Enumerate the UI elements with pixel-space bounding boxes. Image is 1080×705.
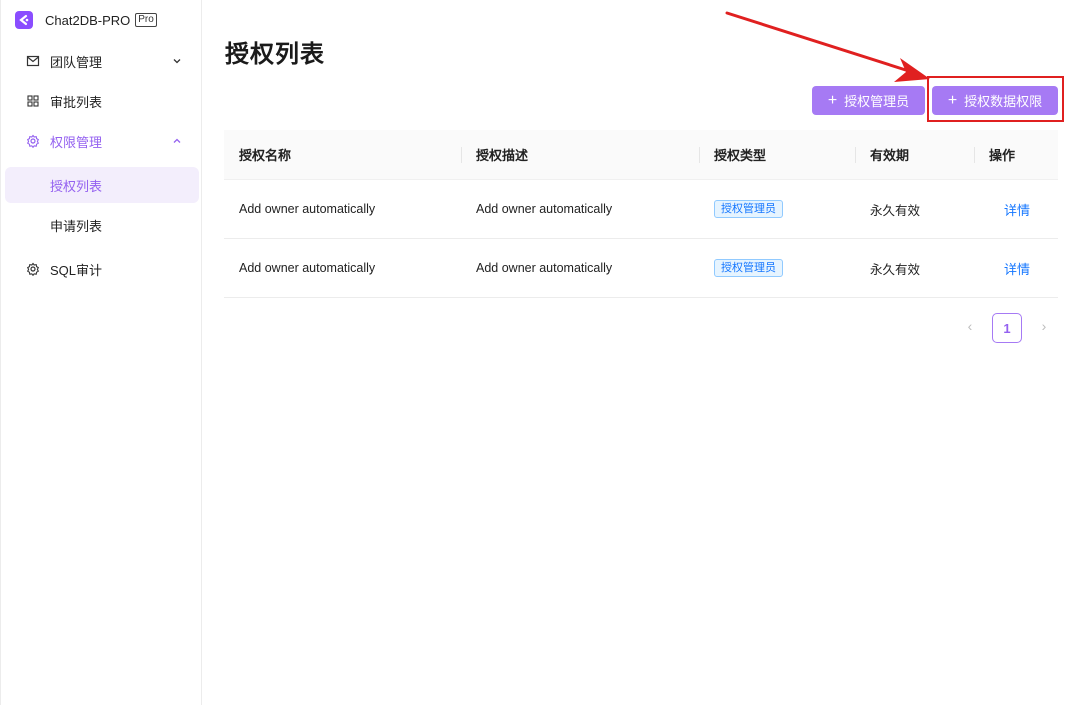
pro-badge: Pro xyxy=(135,13,157,27)
details-link[interactable]: 详情 xyxy=(1004,200,1030,219)
authorization-table: 授权名称 授权描述 授权类型 有效期 操作 Add owner automati… xyxy=(224,130,1058,298)
cell-name: Add owner automatically xyxy=(239,202,376,216)
column-header-validity: 有效期 xyxy=(870,148,910,163)
chevron-down-icon xyxy=(173,59,181,64)
gear-icon xyxy=(26,262,40,276)
column-header-action: 操作 xyxy=(989,148,1016,163)
sidebar-item-label: 权限管理 xyxy=(50,134,103,150)
grant-admin-button[interactable]: + 授权管理员 xyxy=(812,86,925,115)
sidebar-item-label: SQL审计 xyxy=(50,262,103,278)
column-header-description: 授权描述 xyxy=(476,148,529,163)
sidebar-item-authorization-list[interactable]: 授权列表 xyxy=(5,167,199,203)
sidebar-item-label: 审批列表 xyxy=(50,94,103,110)
column-divider xyxy=(855,147,856,163)
sidebar-item-team-management[interactable]: 团队管理 xyxy=(5,43,199,79)
column-header-type: 授权类型 xyxy=(714,148,767,163)
sidebar-item-permission-management[interactable]: 权限管理 xyxy=(5,123,199,159)
sidebar-item-label: 团队管理 xyxy=(50,54,103,70)
sidebar-item-label: 申请列表 xyxy=(50,218,103,234)
cell-name: Add owner automatically xyxy=(239,261,376,275)
type-tag: 授权管理员 xyxy=(714,200,783,218)
cell-description: Add owner automatically xyxy=(476,261,613,275)
gear-icon xyxy=(26,134,40,148)
mail-icon xyxy=(26,55,40,67)
sidebar-item-label: 授权列表 xyxy=(50,178,103,194)
brand[interactable]: Chat2DB-PRO Pro xyxy=(15,10,157,30)
annotation-highlight-box xyxy=(927,76,1064,122)
cell-description: Add owner automatically xyxy=(476,202,613,216)
plus-icon: + xyxy=(827,91,838,109)
sidebar-item-sql-audit[interactable]: SQL审计 xyxy=(5,251,199,287)
column-divider xyxy=(461,147,462,163)
table-row: Add owner automatically Add owner automa… xyxy=(224,180,1058,239)
sidebar-item-approval-list[interactable]: 审批列表 xyxy=(5,83,199,119)
column-header-name: 授权名称 xyxy=(239,148,292,163)
app-name: Chat2DB-PRO xyxy=(45,12,131,28)
grant-admin-label: 授权管理员 xyxy=(844,94,910,109)
sidebar-item-application-list[interactable]: 申请列表 xyxy=(5,207,199,243)
page-title: 授权列表 xyxy=(225,41,325,68)
cell-validity: 永久有效 xyxy=(870,262,921,277)
cell-validity: 永久有效 xyxy=(870,203,921,218)
pagination-page-button[interactable]: 1 xyxy=(992,313,1022,343)
pagination-next-button[interactable]: › xyxy=(1036,318,1052,334)
pagination-prev-button[interactable]: ‹ xyxy=(962,318,978,334)
grid-icon xyxy=(27,95,39,107)
type-tag: 授权管理员 xyxy=(714,259,783,277)
chevron-up-icon xyxy=(173,138,181,143)
table-header: 授权名称 授权描述 授权类型 有效期 操作 xyxy=(224,130,1058,180)
column-divider xyxy=(974,147,975,163)
chat2db-logo-icon xyxy=(15,11,33,29)
sidebar: Chat2DB-PRO Pro 团队管理 审批列表 权限管理 授权列表 申请列表… xyxy=(0,0,202,705)
table-row: Add owner automatically Add owner automa… xyxy=(224,239,1058,298)
column-divider xyxy=(699,147,700,163)
details-link[interactable]: 详情 xyxy=(1004,259,1030,278)
